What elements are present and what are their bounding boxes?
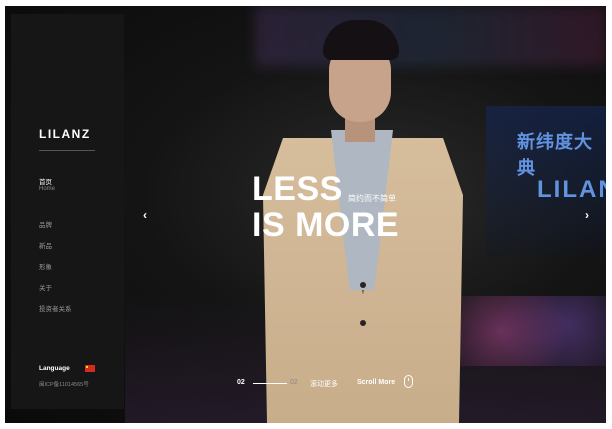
pager-progress-bar (253, 383, 287, 384)
nav-item-home[interactable]: 首页 (39, 176, 52, 186)
china-flag-icon[interactable] (85, 365, 95, 372)
mouse-icon[interactable] (404, 375, 413, 388)
jacket-button (360, 320, 366, 326)
flower-decoration (456, 296, 606, 366)
brand-logo[interactable]: LILANZ (39, 127, 91, 141)
pager-total: 02 (290, 379, 298, 386)
pager-current: 02 (237, 379, 245, 386)
nav-item-about[interactable]: 关于 (39, 282, 52, 292)
chevron-left-icon[interactable]: ‹ (143, 208, 147, 222)
hero-title-line-1: LESS (252, 170, 343, 208)
nav-item-investors[interactable]: 投资者关系 (39, 303, 72, 313)
chevron-right-icon[interactable]: › (585, 208, 589, 222)
sidebar (11, 14, 124, 409)
model-hair (323, 20, 399, 60)
led-screen-text-2: LILAN (537, 176, 606, 203)
nav-item-new[interactable]: 新品 (39, 240, 52, 250)
nav-item-home-en[interactable]: Home (39, 186, 55, 192)
scroll-more-cn[interactable]: 滚动更多 (310, 379, 338, 389)
nav-item-image[interactable]: 形象 (39, 261, 52, 271)
scroll-more-en[interactable]: Scroll More (357, 379, 395, 386)
hero-title-line-2: IS MORE (252, 206, 400, 244)
hero-subtitle: 简约而不简单 (348, 194, 396, 203)
language-selector[interactable]: Language (39, 365, 70, 372)
icp-license[interactable]: 闽ICP备11014565号 (39, 380, 89, 388)
jacket-button (360, 282, 366, 288)
nav-item-brand[interactable]: 品牌 (39, 219, 52, 229)
led-screen-text-1: 新纬度大典 (517, 132, 593, 178)
logo-divider (39, 150, 95, 151)
